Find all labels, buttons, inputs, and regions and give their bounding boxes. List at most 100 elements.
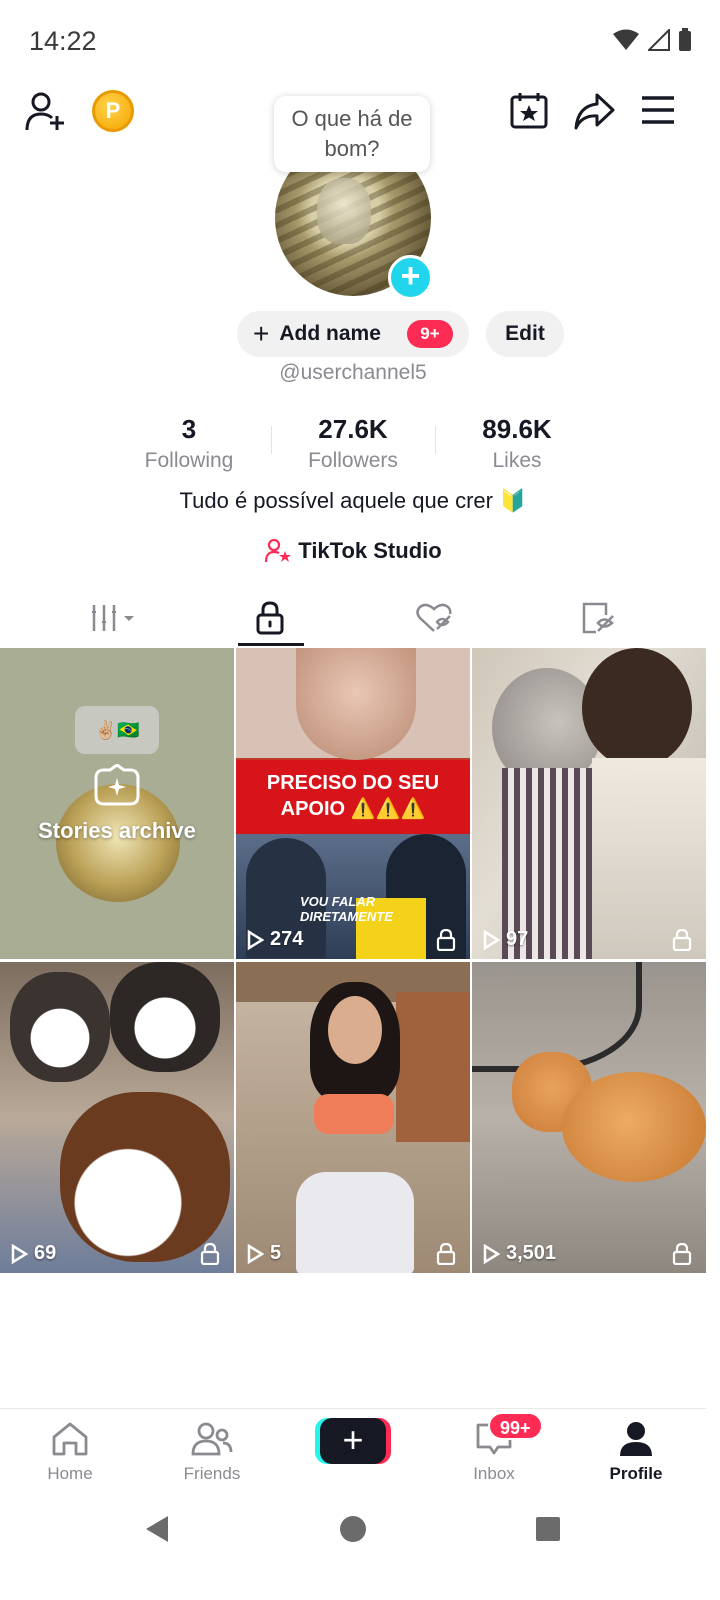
thumbnail-dog xyxy=(10,972,110,1082)
play-icon xyxy=(247,1243,264,1264)
view-count-value: 5 xyxy=(270,1242,282,1264)
thumbnail-face xyxy=(296,648,416,760)
stories-archive-cell[interactable]: ✌🏼🇧🇷 Stories archive xyxy=(0,648,234,959)
status-time: 14:22 xyxy=(29,26,97,56)
edit-profile-button[interactable]: Edit xyxy=(486,311,564,357)
username: @userchannel5 xyxy=(279,361,427,384)
lock-icon xyxy=(256,601,284,635)
video-meta: 97 xyxy=(482,928,692,951)
video-thumbnail[interactable]: 97 xyxy=(472,648,706,959)
view-count: 3,501 xyxy=(482,1242,556,1265)
video-meta: 69 xyxy=(10,1242,220,1265)
nav-friends-label: Friends xyxy=(183,1464,241,1483)
inbox-badge: 99+ xyxy=(488,1412,543,1440)
home-icon xyxy=(52,1422,88,1456)
tooltip-text: O que há de bom? xyxy=(291,106,413,161)
studio-label: TikTok Studio xyxy=(298,538,442,563)
signal-icon xyxy=(648,29,670,51)
video-thumbnail[interactable]: PRECISO DO SEU APOIO ⚠️⚠️⚠️ VOU FALAR DI… xyxy=(236,648,470,959)
status-tooltip[interactable]: O que há de bom? xyxy=(274,96,430,172)
share-icon[interactable] xyxy=(572,90,616,132)
status-icons xyxy=(612,28,692,52)
stories-archive-label: Stories archive xyxy=(38,818,196,843)
profile-icon xyxy=(620,1422,652,1456)
add-friend-icon[interactable] xyxy=(24,90,68,134)
view-count-value: 3,501 xyxy=(506,1242,557,1264)
video-thumbnail[interactable]: 3,501 xyxy=(472,962,706,1273)
stat-likes[interactable]: 89.6K Likes xyxy=(437,414,597,473)
nav-profile-label: Profile xyxy=(609,1464,663,1483)
nav-home[interactable]: Home xyxy=(10,1421,130,1484)
play-icon xyxy=(483,1243,500,1264)
nav-home-label: Home xyxy=(47,1464,93,1483)
thumbnail-dog xyxy=(110,962,220,1072)
add-story-button[interactable]: + xyxy=(388,255,433,300)
lock-icon xyxy=(672,928,692,951)
stat-value: 27.6K xyxy=(318,414,388,444)
thumbnail-face xyxy=(328,996,382,1064)
video-meta: 3,501 xyxy=(482,1242,692,1265)
tiktok-studio-link[interactable]: TikTok Studio xyxy=(0,538,706,564)
avatar-image xyxy=(317,178,371,244)
home-circle-icon[interactable] xyxy=(338,1514,368,1544)
lock-icon xyxy=(436,1242,456,1265)
thumbnail-cat-body xyxy=(562,1072,706,1182)
play-icon xyxy=(11,1243,28,1264)
system-nav-bar xyxy=(0,1500,720,1600)
tab-liked[interactable] xyxy=(346,590,522,646)
tab-private[interactable] xyxy=(182,590,358,646)
nav-friends[interactable]: Friends xyxy=(152,1421,272,1484)
tab-favorites[interactable] xyxy=(510,590,686,646)
view-count: 5 xyxy=(246,1242,281,1265)
stat-followers[interactable]: 27.6K Followers xyxy=(273,414,433,473)
view-count-value: 274 xyxy=(270,928,304,950)
stat-divider xyxy=(271,426,272,454)
battery-icon xyxy=(679,28,691,51)
add-name-badge: 9+ xyxy=(407,320,453,348)
play-icon xyxy=(483,929,500,950)
stat-label: Following xyxy=(144,449,234,472)
grid-filter-icon xyxy=(92,605,134,631)
view-count: 97 xyxy=(482,928,528,951)
recents-icon[interactable] xyxy=(535,1516,561,1542)
stat-value: 89.6K xyxy=(482,414,552,444)
view-count-value: 69 xyxy=(34,1242,57,1264)
video-thumbnail[interactable]: 69 xyxy=(0,962,234,1273)
thumbnail-wall xyxy=(396,992,470,1142)
stories-archive-icon xyxy=(94,764,140,806)
create-button[interactable]: + xyxy=(320,1418,386,1464)
video-meta: 5 xyxy=(246,1242,456,1265)
thumbnail-caption: VOU FALAR DIRETAMENTE xyxy=(300,894,393,924)
add-name-button[interactable]: + Add name 9+ xyxy=(237,311,469,357)
stat-value: 3 xyxy=(181,414,197,444)
stat-label: Likes xyxy=(492,449,542,472)
back-icon[interactable] xyxy=(142,1514,172,1544)
tab-indicator xyxy=(238,643,304,646)
bio: Tudo é possível aquele que crer 🔰 xyxy=(179,488,527,513)
thumbnail-dog xyxy=(60,1092,230,1262)
wifi-icon xyxy=(613,29,639,50)
thumbnail-hair xyxy=(582,648,692,768)
view-count: 69 xyxy=(10,1242,56,1265)
points-coin-icon[interactable]: P xyxy=(92,90,134,132)
thumbnail-banner: PRECISO DO SEU APOIO ⚠️⚠️⚠️ xyxy=(236,760,470,834)
tab-videos[interactable] xyxy=(26,590,202,646)
stat-divider xyxy=(435,426,436,454)
lock-icon xyxy=(436,928,456,951)
status-bar: 14:22 xyxy=(0,0,720,80)
view-count: 274 xyxy=(246,928,303,951)
nav-profile[interactable]: Profile xyxy=(576,1421,696,1484)
plus-icon: + xyxy=(253,318,270,349)
lock-icon xyxy=(200,1242,220,1265)
friends-icon xyxy=(191,1422,233,1456)
video-thumbnail[interactable]: 5 xyxy=(236,962,470,1273)
favorites-hidden-icon xyxy=(582,602,614,634)
video-meta: 274 xyxy=(246,928,456,951)
lock-icon xyxy=(672,1242,692,1265)
stories-emoji: ✌🏼🇧🇷 xyxy=(94,720,140,740)
menu-icon[interactable] xyxy=(640,94,676,126)
thumbnail-top xyxy=(314,1094,394,1134)
stat-following[interactable]: 3 Following xyxy=(109,414,269,473)
liked-hidden-icon xyxy=(416,603,452,632)
calendar-star-icon[interactable] xyxy=(508,90,550,132)
